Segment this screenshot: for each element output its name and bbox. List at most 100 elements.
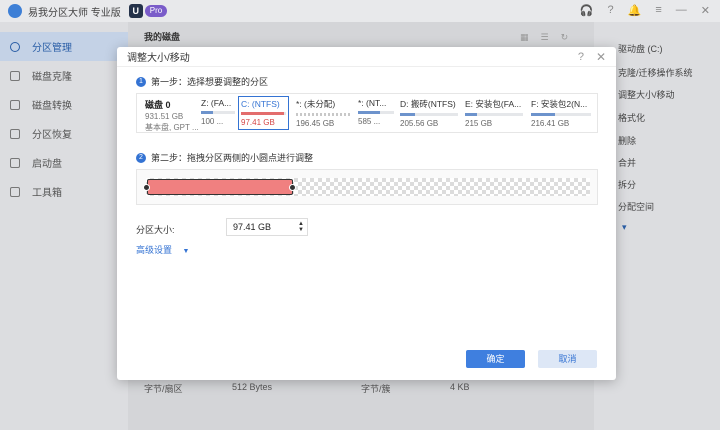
partition-unallocated[interactable]: *: (未分配) 196.45 GB (294, 96, 352, 130)
partition-size: 216.41 GB (531, 119, 570, 128)
bytes-per-sector-value: 512 Bytes (232, 382, 273, 392)
partition-size-label: 分区大小: (136, 225, 175, 235)
partition-size: 97.41 GB (241, 118, 275, 127)
partition-usage-bar (296, 113, 350, 116)
partition-usage-bar (201, 111, 235, 114)
partition-usage-bar (400, 113, 458, 116)
sidebar-item-partition-manage[interactable]: 分区管理 (0, 32, 128, 61)
sidebar-item-label: 磁盘转换 (32, 101, 72, 112)
list-view-icon[interactable]: ☰ (541, 32, 549, 43)
partition-usage-bar (358, 111, 394, 114)
minimize-icon[interactable]: — (676, 4, 687, 17)
partition-name: *: (未分配) (296, 99, 336, 109)
more-actions-chevron-icon[interactable]: ▾ (622, 222, 627, 233)
partition-size: 205.56 GB (400, 119, 439, 128)
partition-usage-fill (400, 113, 415, 116)
refresh-icon[interactable]: ↻ (561, 32, 569, 43)
sidebar-item-label: 磁盘克隆 (32, 72, 72, 83)
grid-view-icon[interactable]: ▦ (520, 32, 529, 43)
partition-name: *: (NT... (358, 98, 387, 108)
action-merge[interactable]: 合并 (618, 156, 636, 169)
step-one-label: 第一步：选择想要调整的分区 (151, 77, 269, 87)
convert-icon (10, 99, 20, 110)
partition-name: D: 搬砖(NTFS) (400, 99, 456, 109)
left-resize-handle[interactable] (143, 184, 150, 191)
toolbox-icon (10, 186, 20, 197)
app-logo-icon (8, 4, 22, 18)
menu-icon[interactable]: ≡ (655, 4, 661, 17)
partition-d[interactable]: D: 搬砖(NTFS) 205.56 GB (398, 96, 460, 130)
action-format[interactable]: 格式化 (618, 111, 645, 124)
partition-resize-bar[interactable] (147, 179, 293, 195)
confirm-button[interactable]: 确定 (466, 350, 525, 368)
partition-usage-bar (465, 113, 523, 116)
bell-icon[interactable]: 🔔 (628, 4, 642, 17)
partition-usage-bar (531, 113, 591, 116)
sidebar-item-label: 工具箱 (32, 188, 62, 199)
partition-e[interactable]: E: 安装包(FA... 215 GB (463, 96, 525, 130)
sidebar-item-partition-recover[interactable]: 分区恢复 (0, 119, 128, 148)
partition-f[interactable]: F: 安装包2(N... 216.41 GB (529, 96, 593, 130)
bytes-per-sector-label: 字节/扇区 (144, 384, 183, 394)
partition-size-stepper[interactable]: 97.41 GB ▲ ▼ (226, 218, 308, 236)
sidebar-item-disk-clone[interactable]: 磁盘克隆 (0, 61, 128, 90)
partition-name: E: 安装包(FA... (465, 99, 522, 109)
partition-usage-fill (465, 113, 477, 116)
window-controls: 🎧 ? 🔔 ≡ — ✕ (580, 4, 710, 17)
close-icon[interactable]: ✕ (701, 4, 710, 17)
partition-icon (10, 41, 20, 52)
edition-u-badge: U (128, 4, 143, 18)
my-disks-heading: 我的磁盘 (144, 32, 181, 42)
partition-size: 196.45 GB (296, 119, 335, 128)
partition-size: 585 ... (358, 117, 381, 126)
dialog-title: 调整大小/移动 (127, 53, 190, 64)
title-bar: 易我分区大师 专业版 U Pro 🎧 ? 🔔 ≡ — ✕ (0, 0, 720, 22)
action-allocate-space[interactable]: 分配空间 (618, 200, 654, 213)
bytes-per-cluster-label: 字节/簇 (361, 384, 391, 394)
partition-size: 100 ... (201, 117, 224, 126)
bootdisk-icon (10, 157, 20, 168)
disk-type: 基本盘, GPT ... (145, 123, 199, 132)
headset-icon[interactable]: 🎧 (580, 4, 594, 17)
advanced-settings-label: 高级设置 (136, 245, 173, 255)
dialog-close-icon[interactable]: ✕ (596, 50, 606, 64)
step-two-number: 2 (136, 152, 146, 163)
sidebar-item-toolbox[interactable]: 工具箱 (0, 177, 128, 206)
partition-ntfs-unnamed[interactable]: *: (NT... 585 ... (356, 96, 396, 130)
disk-partition-strip: 磁盘 0 931.51 GB 基本盘, GPT ... Z: (FA... 10… (136, 93, 598, 133)
dialog-help-icon[interactable]: ? (578, 51, 584, 63)
right-resize-handle[interactable] (289, 184, 296, 191)
action-resize-move[interactable]: 调整大小/移动 (618, 88, 675, 101)
stepper-arrows-icon[interactable]: ▲ ▼ (298, 221, 304, 233)
help-icon[interactable]: ? (608, 4, 614, 17)
edition-badge[interactable]: U Pro (128, 4, 168, 18)
app-title: 易我分区大师 专业版 (28, 7, 121, 19)
action-drive-c[interactable]: 驱动盘 (C:) (618, 42, 663, 55)
sidebar-item-boot-disk[interactable]: 启动盘 (0, 148, 128, 177)
partition-usage-fill (201, 111, 213, 114)
edition-pro-label: Pro (144, 5, 168, 17)
partition-usage-fill (358, 111, 380, 114)
partition-size: 215 GB (465, 119, 493, 128)
disk-info: 磁盘 0 931.51 GB 基本盘, GPT ... (145, 98, 205, 133)
partition-c[interactable]: C: (NTFS) 97.41 GB (238, 96, 289, 130)
step-one-number: 1 (136, 76, 146, 87)
resize-slider-area (136, 169, 598, 205)
clone-icon (10, 70, 20, 81)
sidebar-item-label: 启动盘 (32, 159, 62, 170)
action-clone-os[interactable]: 克隆/迁移操作系统 (618, 66, 693, 79)
resize-move-dialog: 调整大小/移动 ? ✕ 1 第一步：选择想要调整的分区 磁盘 0 931.51 … (117, 47, 616, 380)
action-split[interactable]: 拆分 (618, 178, 636, 191)
step-two-label: 第二步：拖拽分区两侧的小圆点进行调整 (151, 153, 314, 163)
action-delete[interactable]: 删除 (618, 134, 636, 147)
recover-icon (10, 128, 20, 139)
disk-size: 931.51 GB (145, 112, 184, 121)
disk-name: 磁盘 0 (145, 100, 171, 110)
partition-name: C: (NTFS) (241, 99, 280, 109)
sidebar-item-label: 分区恢复 (32, 130, 72, 141)
partition-z[interactable]: Z: (FA... 100 ... (199, 96, 237, 130)
cancel-button[interactable]: 取消 (538, 350, 597, 368)
sidebar-item-disk-convert[interactable]: 磁盘转换 (0, 90, 128, 119)
partition-usage-fill (531, 113, 555, 116)
advanced-settings-link[interactable]: 高级设置 ▼ (136, 243, 189, 256)
